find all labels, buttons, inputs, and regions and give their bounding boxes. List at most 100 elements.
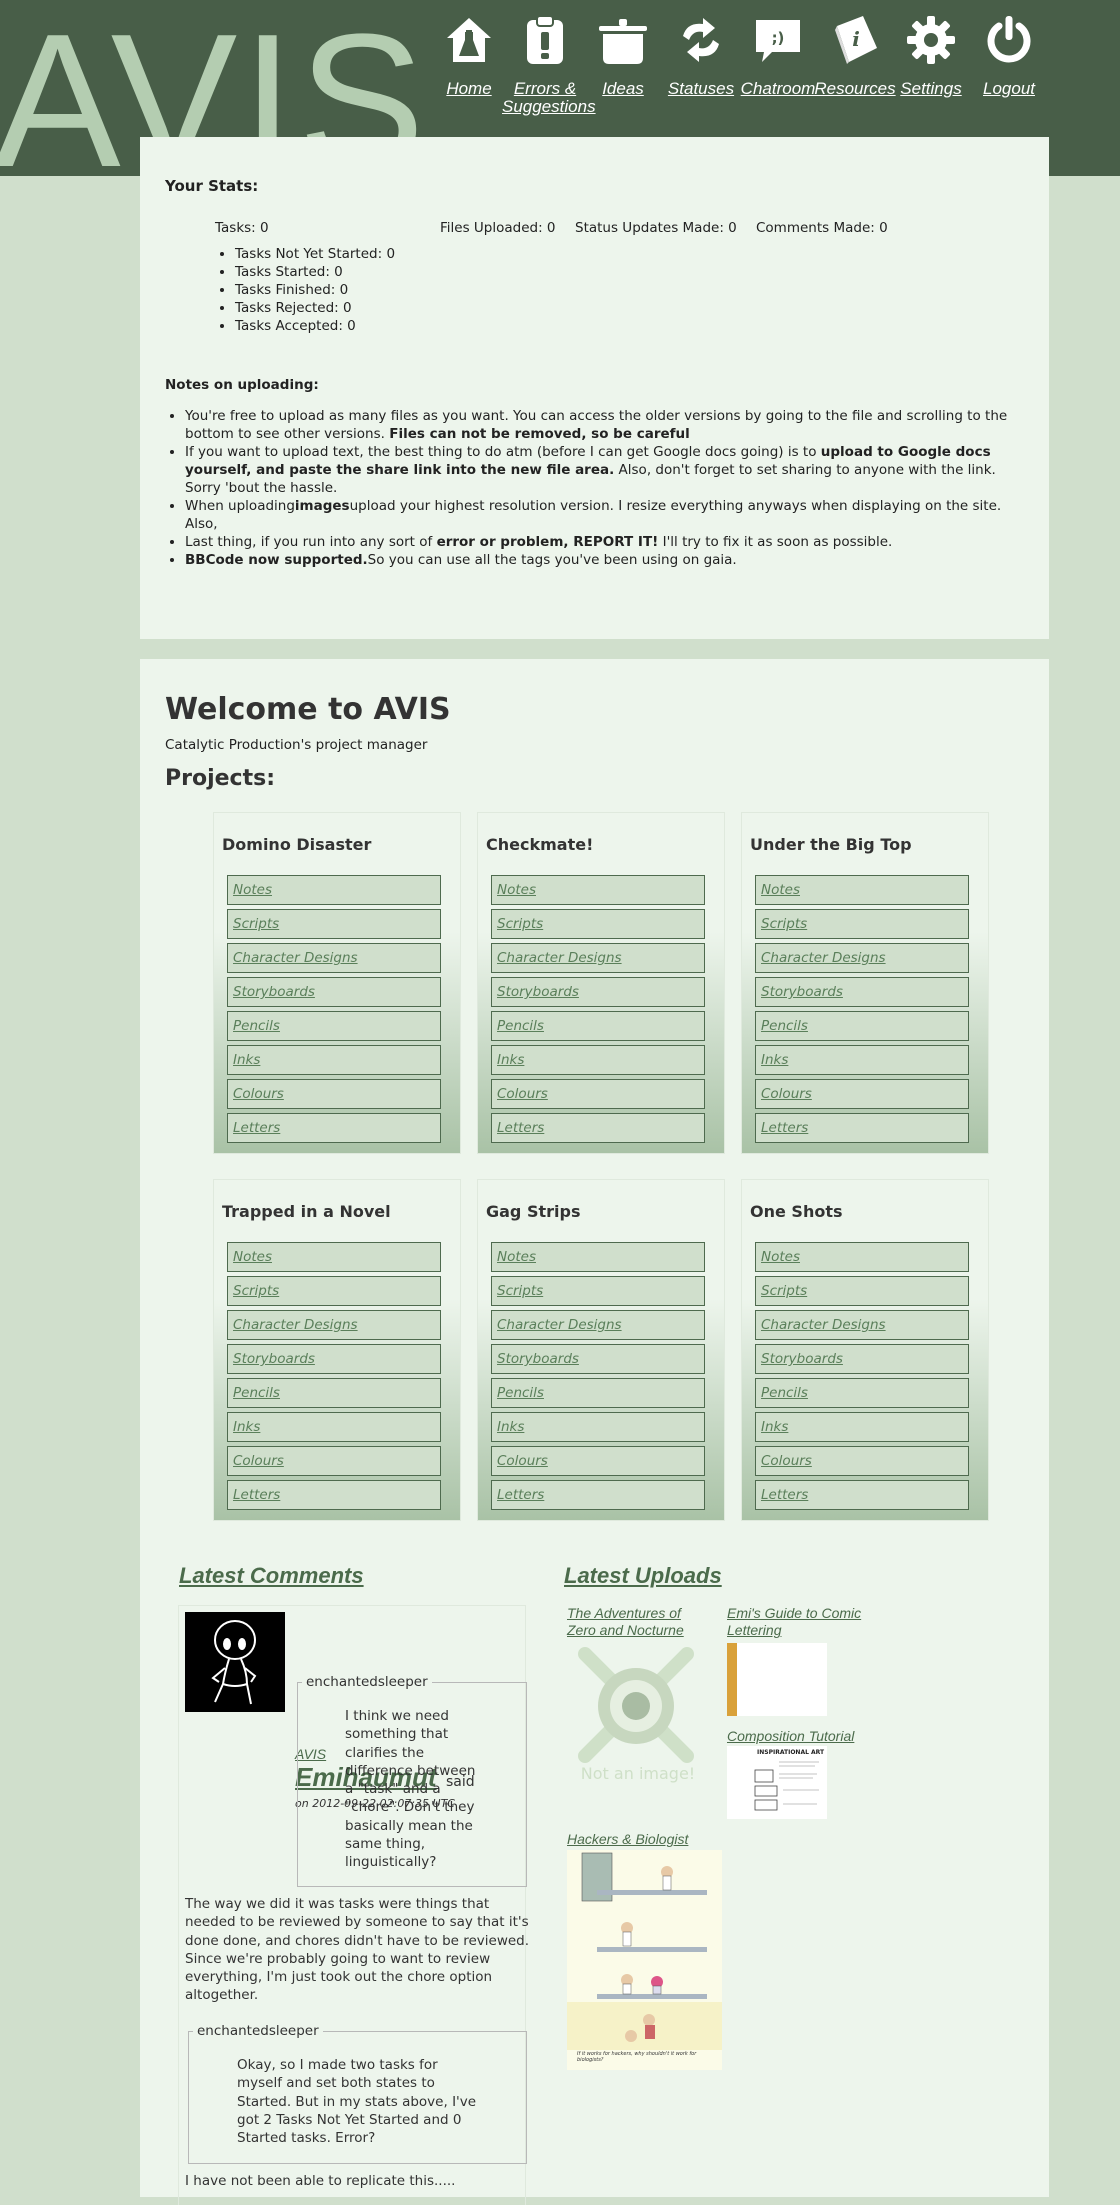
project-link-scripts[interactable]: Scripts	[755, 1276, 969, 1306]
comment-reply-1: The way we did it was tasks were things …	[185, 1895, 530, 2005]
project-link-storyboards[interactable]: Storyboards	[491, 977, 705, 1007]
project-link-letters[interactable]: Letters	[491, 1113, 705, 1143]
upload-thumbnail[interactable]: Not an image!	[567, 1644, 709, 1786]
list-item: You're free to upload as many files as y…	[185, 407, 1025, 443]
text-line: needed to be reviewed by someone to say …	[185, 1914, 529, 1931]
note-emphasis: BBCode now supported.	[185, 552, 368, 568]
nav-logout[interactable]: Logout	[966, 14, 1052, 98]
stat-comments: Comments Made: 0	[756, 220, 888, 236]
nav-statuses[interactable]: Statuses	[658, 14, 744, 98]
project-link-character-designs[interactable]: Character Designs	[227, 1310, 441, 1340]
nav-chatroom[interactable]: ;) Chatroom	[735, 14, 821, 98]
project-link-colours[interactable]: Colours	[755, 1079, 969, 1109]
project-link-scripts[interactable]: Scripts	[491, 909, 705, 939]
project-link-notes[interactable]: Notes	[755, 875, 969, 905]
list-item: Tasks Accepted: 0	[235, 317, 395, 335]
text-line: something that	[345, 1726, 449, 1743]
project-link-pencils[interactable]: Pencils	[755, 1011, 969, 1041]
project-link-storyboards[interactable]: Storyboards	[491, 1344, 705, 1374]
placeholder-text: Not an image!	[581, 1764, 695, 1783]
note-text: I'll try to fix it as soon as possible.	[658, 534, 893, 550]
project-link-storyboards[interactable]: Storyboards	[227, 977, 441, 1007]
project-link-notes[interactable]: Notes	[491, 875, 705, 905]
project-card: Under the Big Top Notes Scripts Character D…	[741, 812, 989, 1154]
project-link-letters[interactable]: Letters	[227, 1113, 441, 1143]
project-link-notes[interactable]: Notes	[491, 1242, 705, 1272]
avatar[interactable]	[185, 1612, 285, 1712]
project-link-inks[interactable]: Inks	[755, 1412, 969, 1442]
project-link-colours[interactable]: Colours	[227, 1079, 441, 1109]
project-link-colours[interactable]: Colours	[227, 1446, 441, 1476]
note-emphasis: images	[294, 498, 350, 514]
quote-1-text: I think we need something that clarifies t…	[345, 1707, 475, 1872]
project-link-letters[interactable]: Letters	[755, 1480, 969, 1510]
not-an-image-placeholder-icon: Not an image!	[578, 1647, 695, 1783]
nav-ideas-label: Ideas	[602, 79, 644, 98]
text-line: Since we're probably going to want to re…	[185, 1950, 491, 1967]
project-link-pencils[interactable]: Pencils	[755, 1378, 969, 1408]
project-link-notes[interactable]: Notes	[227, 875, 441, 905]
upload-title-link[interactable]: Hackers & Biologist	[567, 1831, 767, 1848]
project-link-scripts[interactable]: Scripts	[755, 909, 969, 939]
project-link-letters[interactable]: Letters	[755, 1113, 969, 1143]
project-link-pencils[interactable]: Pencils	[491, 1378, 705, 1408]
project-link-inks[interactable]: Inks	[227, 1412, 441, 1442]
project-link-colours[interactable]: Colours	[755, 1446, 969, 1476]
text-line: everything, I'm just took out the chore …	[185, 1969, 493, 1986]
project-link-colours[interactable]: Colours	[491, 1079, 705, 1109]
comment-reply-2: I have not been able to replicate this..…	[185, 2173, 456, 2189]
upload-thumbnail[interactable]: If it works for hackers, why shouldn't i…	[567, 1850, 722, 2070]
project-link-storyboards[interactable]: Storyboards	[755, 977, 969, 1007]
upload-thumbnail[interactable]	[727, 1643, 827, 1716]
latest-uploads-heading[interactable]: Latest Uploads	[564, 1563, 722, 1589]
nav-errors-suggestions[interactable]: Errors & Suggestions	[502, 14, 596, 116]
refresh-icon	[683, 18, 719, 62]
svg-text:i: i	[852, 27, 860, 51]
stats-panel: Your Stats: Tasks: 0 Files Uploaded: 0 S…	[140, 137, 1049, 639]
upload-thumbnail[interactable]: INSPIRATIONAL ART	[727, 1746, 827, 1819]
svg-text:;): ;)	[772, 29, 785, 47]
project-link-letters[interactable]: Letters	[491, 1480, 705, 1510]
upload-title-link[interactable]: The Adventures of Zero and Nocturne	[567, 1605, 702, 1639]
project-link-colours[interactable]: Colours	[491, 1446, 705, 1476]
nav-chatroom-label: Chatroom	[740, 79, 816, 98]
nav-resources-label: Resources	[814, 79, 896, 98]
project-link-storyboards[interactable]: Storyboards	[227, 1344, 441, 1374]
project-link-inks[interactable]: Inks	[755, 1045, 969, 1075]
nav-home[interactable]: Home	[426, 14, 512, 98]
project-link-inks[interactable]: Inks	[227, 1045, 441, 1075]
text-line: clarifies the	[345, 1744, 425, 1761]
project-card: Domino Disaster Notes Scripts Character Des…	[213, 812, 461, 1154]
project-link-pencils[interactable]: Pencils	[227, 1378, 441, 1408]
project-link-notes[interactable]: Notes	[227, 1242, 441, 1272]
project-link-scripts[interactable]: Scripts	[227, 909, 441, 939]
project-link-character-designs[interactable]: Character Designs	[755, 1310, 969, 1340]
text-line: got 2 Tasks Not Yet Started and 0	[237, 2111, 462, 2128]
project-link-inks[interactable]: Inks	[491, 1412, 705, 1442]
latest-comments-heading[interactable]: Latest Comments	[179, 1563, 364, 1589]
upload-title-link[interactable]: Emi's Guide to Comic Lettering	[727, 1605, 877, 1639]
nav-ideas[interactable]: Ideas	[580, 14, 666, 98]
project-link-scripts[interactable]: Scripts	[227, 1276, 441, 1306]
text-line: basically mean the	[345, 1817, 473, 1834]
project-link-pencils[interactable]: Pencils	[491, 1011, 705, 1041]
nav-settings[interactable]: Settings	[888, 14, 974, 98]
project-link-scripts[interactable]: Scripts	[491, 1276, 705, 1306]
project-card: Checkmate! Notes Scripts Character Designs S…	[477, 812, 725, 1154]
text-line: Okay, so I made two tasks for	[237, 2057, 438, 2073]
upload-title-link[interactable]: Composition Tutorial	[727, 1728, 877, 1745]
project-link-character-designs[interactable]: Character Designs	[491, 1310, 705, 1340]
project-link-pencils[interactable]: Pencils	[227, 1011, 441, 1041]
project-link-letters[interactable]: Letters	[227, 1480, 441, 1510]
nav-resources[interactable]: i Resources	[812, 14, 898, 98]
project-link-inks[interactable]: Inks	[491, 1045, 705, 1075]
project-link-character-designs[interactable]: Character Designs	[227, 943, 441, 973]
cooking-pot-icon	[599, 19, 647, 64]
text-line: Started. But in my stats above, I've	[237, 2093, 477, 2110]
stats-title: Your Stats:	[165, 177, 259, 195]
project-link-character-designs[interactable]: Character Designs	[491, 943, 705, 973]
note-emphasis: error or problem, REPORT IT!	[436, 534, 659, 550]
project-link-storyboards[interactable]: Storyboards	[755, 1344, 969, 1374]
project-link-notes[interactable]: Notes	[755, 1242, 969, 1272]
project-link-character-designs[interactable]: Character Designs	[755, 943, 969, 973]
